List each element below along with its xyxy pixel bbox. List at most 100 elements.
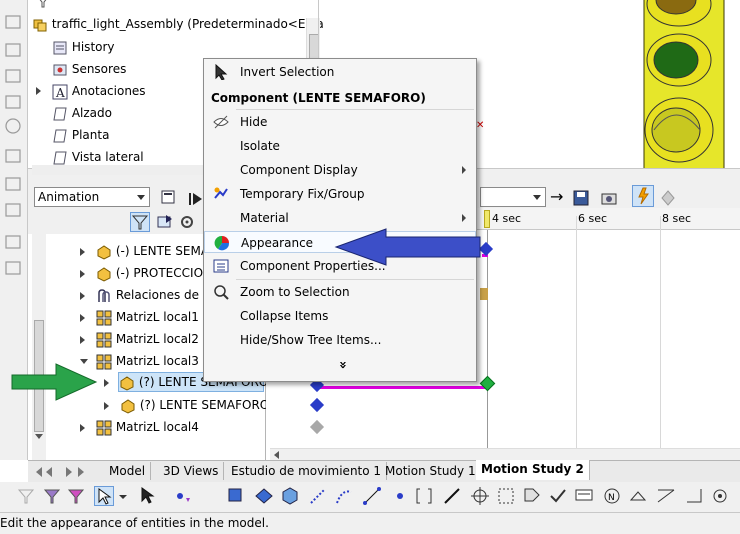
expand-icon[interactable] [104, 402, 109, 410]
curve-icon[interactable] [334, 486, 354, 506]
camera-view-icon[interactable] [710, 486, 730, 506]
sketch-segment-icon[interactable] [362, 486, 382, 506]
gear-icon[interactable] [178, 213, 196, 231]
menu-item-material[interactable]: Material [204, 207, 476, 229]
save-animation-icon[interactable] [572, 189, 590, 207]
menu-item-hide-show-tree-items[interactable]: Hide/Show Tree Items... [204, 329, 476, 351]
menu-item-label: Temporary Fix/Group [240, 187, 365, 201]
menu-item-invert-selection[interactable]: Invert Selection [204, 61, 476, 83]
dimension-icon[interactable] [656, 486, 676, 506]
camera-icon[interactable] [600, 189, 618, 207]
submenu-arrow-icon [462, 214, 466, 222]
solid-icon[interactable] [280, 486, 300, 506]
surface-icon[interactable] [254, 486, 274, 506]
chevron-down-icon[interactable] [118, 486, 128, 506]
vertex-icon[interactable] [174, 486, 194, 506]
assembly-icon [32, 17, 48, 33]
tree-item-matriz-local1[interactable]: MatrizL local1 [96, 307, 199, 327]
hide-eye-icon [213, 114, 229, 130]
select-cursor-icon[interactable] [94, 486, 114, 506]
select-through-icon[interactable] [138, 486, 158, 506]
weld-icon[interactable] [628, 486, 648, 506]
face-icon[interactable] [226, 486, 246, 506]
tree-item-planta[interactable]: Planta [52, 125, 109, 145]
timeline-hscroll[interactable] [270, 448, 740, 460]
speed-input-edge[interactable] [480, 187, 546, 207]
key-diamond-blue[interactable] [309, 397, 325, 413]
tree-item-label: MatrizL local2 [115, 332, 199, 346]
angle-icon[interactable] [684, 486, 704, 506]
tree-item-lente-2[interactable]: (?) LENTE SEMAFORO< [120, 395, 279, 415]
expand-anotaciones-icon[interactable] [36, 87, 41, 95]
reference-icon[interactable] [496, 486, 516, 506]
menu-item-isolate[interactable]: Isolate [204, 135, 476, 157]
tag-icon[interactable] [522, 486, 542, 506]
line-icon[interactable] [442, 486, 462, 506]
tab-scroll-arrows[interactable] [32, 465, 94, 479]
tree-item-anotaciones[interactable]: A Anotaciones [52, 81, 146, 101]
axis-icon[interactable] [308, 486, 328, 506]
menu-item-component-display[interactable]: Component Display [204, 159, 476, 181]
menu-item-zoom-to-selection[interactable]: Zoom to Selection [204, 281, 476, 303]
filter-animated-icon[interactable] [156, 213, 174, 231]
menu-item-hide[interactable]: Hide [204, 111, 476, 133]
invert-selection-icon [213, 63, 229, 81]
tab-model[interactable]: Model [104, 462, 152, 480]
expand-icon[interactable] [80, 314, 85, 322]
filter-icon[interactable] [16, 486, 36, 506]
chevron-down-icon [533, 195, 541, 200]
tree-item-relaciones[interactable]: Relaciones de po [96, 285, 218, 305]
tree-item-lente-semaforo[interactable]: (-) LENTE SEMA [96, 241, 209, 261]
expand-icon[interactable] [104, 379, 109, 387]
filter-icon[interactable] [36, 0, 50, 8]
tree-root[interactable]: traffic_light_Assembly (Predeterminado<E… [32, 14, 339, 34]
tree-item-proteccion[interactable]: (-) PROTECCION [96, 263, 212, 283]
add-key-icon[interactable] [660, 189, 678, 207]
animation-mode-select[interactable]: Animation [34, 187, 150, 207]
expand-icon[interactable] [80, 292, 85, 300]
menu-expand-more-icon[interactable]: » [334, 355, 350, 375]
filter-icon[interactable] [130, 212, 150, 232]
time-bar[interactable] [487, 230, 488, 448]
animation-tree-scrollbar[interactable] [32, 234, 46, 460]
tree-item-label: History [71, 40, 115, 54]
tab-3d-views[interactable]: 3D Views [158, 462, 225, 480]
tab-estudio-movimiento-1[interactable]: Estudio de movimiento 1 [226, 462, 388, 480]
time-bar-marker[interactable] [484, 210, 490, 228]
expand-icon[interactable] [80, 270, 85, 278]
expand-icon[interactable] [80, 248, 85, 256]
autokey-icon[interactable] [632, 185, 654, 207]
key-diamond-grey[interactable] [309, 419, 325, 435]
sketch-point-icon[interactable] [390, 486, 410, 506]
tab-motion-study-2[interactable]: Motion Study 2 [476, 460, 590, 480]
annotation-icon: A [52, 84, 68, 100]
tree-item-history[interactable]: History [52, 37, 115, 57]
menu-item-collapse-items[interactable]: Collapse Items [204, 305, 476, 327]
expand-icon[interactable] [80, 336, 85, 344]
menu-item-label: Component Display [240, 163, 358, 177]
tree-item-matriz-local3[interactable]: MatrizL local3 [96, 351, 199, 371]
note-icon[interactable] [574, 486, 594, 506]
bracket-icon[interactable] [414, 486, 434, 506]
tree-item-matriz-local2[interactable]: MatrizL local2 [96, 329, 199, 349]
calculate-icon[interactable] [160, 189, 178, 207]
filter-faces-icon[interactable] [42, 486, 62, 506]
arrow-right-icon[interactable]: → [550, 187, 563, 206]
datum-icon[interactable]: N [602, 486, 622, 506]
tree-item-alzado[interactable]: Alzado [52, 103, 112, 123]
tree-item-sensores[interactable]: Sensores [52, 59, 126, 79]
play-from-start-icon[interactable] [188, 191, 204, 207]
pattern-icon [96, 420, 112, 436]
check-icon[interactable] [548, 486, 568, 506]
tab-motion-study-1[interactable]: Motion Study 1 [380, 462, 482, 480]
scroll-down-arrow-icon[interactable] [35, 434, 43, 439]
menu-item-temporary-fix[interactable]: Temporary Fix/Group [204, 183, 476, 205]
scroll-left-arrow-icon[interactable] [274, 451, 279, 459]
tree-item-label: Sensores [71, 62, 127, 76]
tree-item-matriz-local4[interactable]: MatrizL local4 [96, 417, 199, 437]
filter-edges-icon[interactable] [66, 486, 86, 506]
tree-item-vista-lateral[interactable]: Vista lateral [52, 147, 144, 167]
target-icon[interactable] [470, 486, 490, 506]
tree-item-label: (-) LENTE SEMA [115, 244, 210, 258]
expand-icon[interactable] [80, 424, 85, 432]
